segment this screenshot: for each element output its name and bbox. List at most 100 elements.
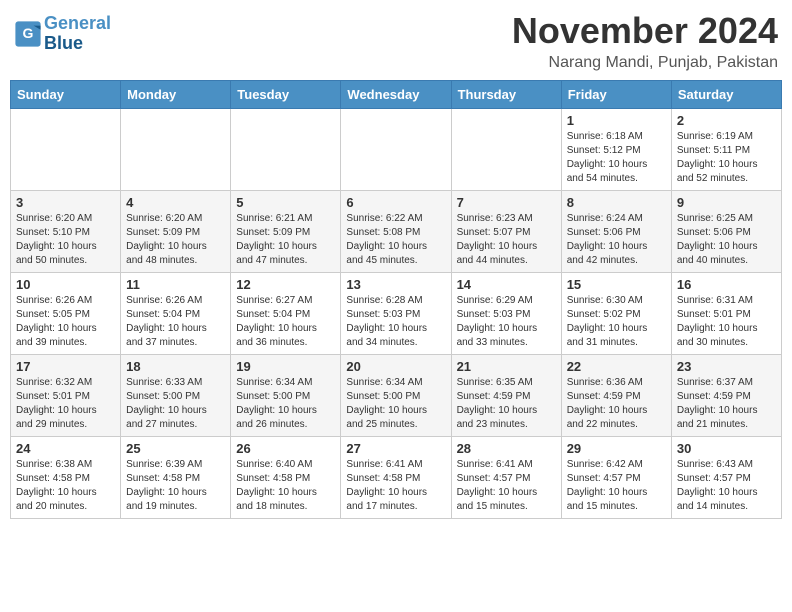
calendar-cell: [451, 109, 561, 191]
calendar-body: 1Sunrise: 6:18 AM Sunset: 5:12 PM Daylig…: [11, 109, 782, 519]
calendar-cell: 1Sunrise: 6:18 AM Sunset: 5:12 PM Daylig…: [561, 109, 671, 191]
calendar-cell: 3Sunrise: 6:20 AM Sunset: 5:10 PM Daylig…: [11, 191, 121, 273]
logo: G General Blue: [14, 14, 111, 54]
weekday-header-cell: Tuesday: [231, 81, 341, 109]
weekday-header-cell: Wednesday: [341, 81, 451, 109]
day-number: 27: [346, 441, 445, 456]
calendar-cell: 6 Sunrise: 6:22 AM Sunset: 5:08 PM Daylig…: [341, 191, 451, 273]
calendar-cell: 28 Sunrise: 6:41 AM Sunset: 4:57 PM Dayli…: [451, 437, 561, 519]
calendar-cell: [11, 109, 121, 191]
day-info: Sunrise: 6:28 AM Sunset: 5:03 PM Dayligh…: [346, 294, 445, 350]
day-info: Sunrise: 6:29 AM Sunset: 5:03 PM Dayligh…: [457, 294, 556, 350]
calendar-cell: 16 Sunrise: 6:31 AM Sunset: 5:01 PM Dayli…: [671, 273, 781, 355]
calendar-cell: 11 Sunrise: 6:26 AM Sunset: 5:04 PM Dayli…: [121, 273, 231, 355]
day-number: 5: [236, 195, 335, 210]
day-info: Sunrise: 6:41 AM Sunset: 4:57 PM Dayligh…: [457, 458, 556, 514]
calendar-cell: [341, 109, 451, 191]
logo-line1: General: [44, 13, 111, 33]
svg-text:G: G: [23, 25, 34, 41]
day-number: 2: [677, 113, 776, 128]
day-info: Sunrise: 6:37 AM Sunset: 4:59 PM Dayligh…: [677, 376, 776, 432]
day-number: 26: [236, 441, 335, 456]
day-number: 13: [346, 277, 445, 292]
day-info: Sunrise: 6:42 AM Sunset: 4:57 PM Dayligh…: [567, 458, 666, 514]
calendar-week-row: 3Sunrise: 6:20 AM Sunset: 5:10 PM Daylig…: [11, 191, 782, 273]
calendar-week-row: 17 Sunrise: 6:32 AM Sunset: 5:01 PM Dayli…: [11, 355, 782, 437]
day-info: Sunrise: 6:26 AM Sunset: 5:05 PM Dayligh…: [16, 294, 115, 350]
weekday-header-cell: Sunday: [11, 81, 121, 109]
day-number: 7: [457, 195, 556, 210]
day-info: Sunrise: 6:43 AM Sunset: 4:57 PM Dayligh…: [677, 458, 776, 514]
calendar-cell: [121, 109, 231, 191]
calendar-cell: 12Sunrise: 6:27 AM Sunset: 5:04 PM Dayli…: [231, 273, 341, 355]
calendar-cell: 18Sunrise: 6:33 AM Sunset: 5:00 PM Dayli…: [121, 355, 231, 437]
calendar-cell: 26 Sunrise: 6:40 AM Sunset: 4:58 PM Dayli…: [231, 437, 341, 519]
day-number: 29: [567, 441, 666, 456]
calendar-cell: 24Sunrise: 6:38 AM Sunset: 4:58 PM Dayli…: [11, 437, 121, 519]
day-info: Sunrise: 6:39 AM Sunset: 4:58 PM Dayligh…: [126, 458, 225, 514]
day-info: Sunrise: 6:27 AM Sunset: 5:04 PM Dayligh…: [236, 294, 335, 350]
day-number: 14: [457, 277, 556, 292]
day-info: Sunrise: 6:26 AM Sunset: 5:04 PM Dayligh…: [126, 294, 225, 350]
calendar-week-row: 1Sunrise: 6:18 AM Sunset: 5:12 PM Daylig…: [11, 109, 782, 191]
day-info: Sunrise: 6:41 AM Sunset: 4:58 PM Dayligh…: [346, 458, 445, 514]
day-info: Sunrise: 6:33 AM Sunset: 5:00 PM Dayligh…: [126, 376, 225, 432]
calendar-cell: 19Sunrise: 6:34 AM Sunset: 5:00 PM Dayli…: [231, 355, 341, 437]
calendar-cell: 17 Sunrise: 6:32 AM Sunset: 5:01 PM Dayli…: [11, 355, 121, 437]
calendar-week-row: 10 Sunrise: 6:26 AM Sunset: 5:05 PM Dayli…: [11, 273, 782, 355]
day-number: 16: [677, 277, 776, 292]
day-number: 6: [346, 195, 445, 210]
day-info: Sunrise: 6:20 AM Sunset: 5:10 PM Dayligh…: [16, 212, 115, 268]
day-number: 15: [567, 277, 666, 292]
day-info: Sunrise: 6:40 AM Sunset: 4:58 PM Dayligh…: [236, 458, 335, 514]
day-number: 25: [126, 441, 225, 456]
calendar-cell: 7 Sunrise: 6:23 AM Sunset: 5:07 PM Daylig…: [451, 191, 561, 273]
calendar-cell: [231, 109, 341, 191]
calendar-cell: 4 Sunrise: 6:20 AM Sunset: 5:09 PM Daylig…: [121, 191, 231, 273]
day-info: Sunrise: 6:32 AM Sunset: 5:01 PM Dayligh…: [16, 376, 115, 432]
calendar-cell: 21 Sunrise: 6:35 AM Sunset: 4:59 PM Dayli…: [451, 355, 561, 437]
title-block: November 2024 Narang Mandi, Punjab, Paki…: [512, 10, 778, 72]
day-info: Sunrise: 6:22 AM Sunset: 5:08 PM Dayligh…: [346, 212, 445, 268]
calendar-cell: 5 Sunrise: 6:21 AM Sunset: 5:09 PM Daylig…: [231, 191, 341, 273]
weekday-header-cell: Monday: [121, 81, 231, 109]
calendar-table: SundayMondayTuesdayWednesdayThursdayFrid…: [10, 80, 782, 519]
day-number: 4: [126, 195, 225, 210]
day-info: Sunrise: 6:30 AM Sunset: 5:02 PM Dayligh…: [567, 294, 666, 350]
calendar-cell: 22Sunrise: 6:36 AM Sunset: 4:59 PM Dayli…: [561, 355, 671, 437]
day-info: Sunrise: 6:35 AM Sunset: 4:59 PM Dayligh…: [457, 376, 556, 432]
day-info: Sunrise: 6:23 AM Sunset: 5:07 PM Dayligh…: [457, 212, 556, 268]
day-info: Sunrise: 6:19 AM Sunset: 5:11 PM Dayligh…: [677, 130, 776, 186]
day-info: Sunrise: 6:24 AM Sunset: 5:06 PM Dayligh…: [567, 212, 666, 268]
calendar-cell: 15 Sunrise: 6:30 AM Sunset: 5:02 PM Dayli…: [561, 273, 671, 355]
day-number: 10: [16, 277, 115, 292]
weekday-header-row: SundayMondayTuesdayWednesdayThursdayFrid…: [11, 81, 782, 109]
day-number: 11: [126, 277, 225, 292]
calendar-cell: 25 Sunrise: 6:39 AM Sunset: 4:58 PM Dayli…: [121, 437, 231, 519]
day-info: Sunrise: 6:20 AM Sunset: 5:09 PM Dayligh…: [126, 212, 225, 268]
day-number: 21: [457, 359, 556, 374]
month-year-title: November 2024: [512, 10, 778, 52]
calendar-cell: 23 Sunrise: 6:37 AM Sunset: 4:59 PM Dayli…: [671, 355, 781, 437]
day-info: Sunrise: 6:21 AM Sunset: 5:09 PM Dayligh…: [236, 212, 335, 268]
weekday-header-cell: Thursday: [451, 81, 561, 109]
day-info: Sunrise: 6:34 AM Sunset: 5:00 PM Dayligh…: [346, 376, 445, 432]
calendar-week-row: 24Sunrise: 6:38 AM Sunset: 4:58 PM Dayli…: [11, 437, 782, 519]
day-number: 19: [236, 359, 335, 374]
calendar-cell: 9Sunrise: 6:25 AM Sunset: 5:06 PM Daylig…: [671, 191, 781, 273]
calendar-cell: 2 Sunrise: 6:19 AM Sunset: 5:11 PM Daylig…: [671, 109, 781, 191]
calendar-cell: 27 Sunrise: 6:41 AM Sunset: 4:58 PM Dayli…: [341, 437, 451, 519]
day-number: 22: [567, 359, 666, 374]
logo-line2: Blue: [44, 33, 83, 53]
day-number: 8: [567, 195, 666, 210]
calendar-cell: 30 Sunrise: 6:43 AM Sunset: 4:57 PM Dayli…: [671, 437, 781, 519]
logo-text: General Blue: [44, 14, 111, 54]
day-number: 9: [677, 195, 776, 210]
weekday-header-cell: Saturday: [671, 81, 781, 109]
day-info: Sunrise: 6:31 AM Sunset: 5:01 PM Dayligh…: [677, 294, 776, 350]
day-number: 23: [677, 359, 776, 374]
day-number: 30: [677, 441, 776, 456]
day-number: 17: [16, 359, 115, 374]
day-number: 28: [457, 441, 556, 456]
page-header: G General Blue November 2024 Narang Mand…: [10, 10, 782, 72]
